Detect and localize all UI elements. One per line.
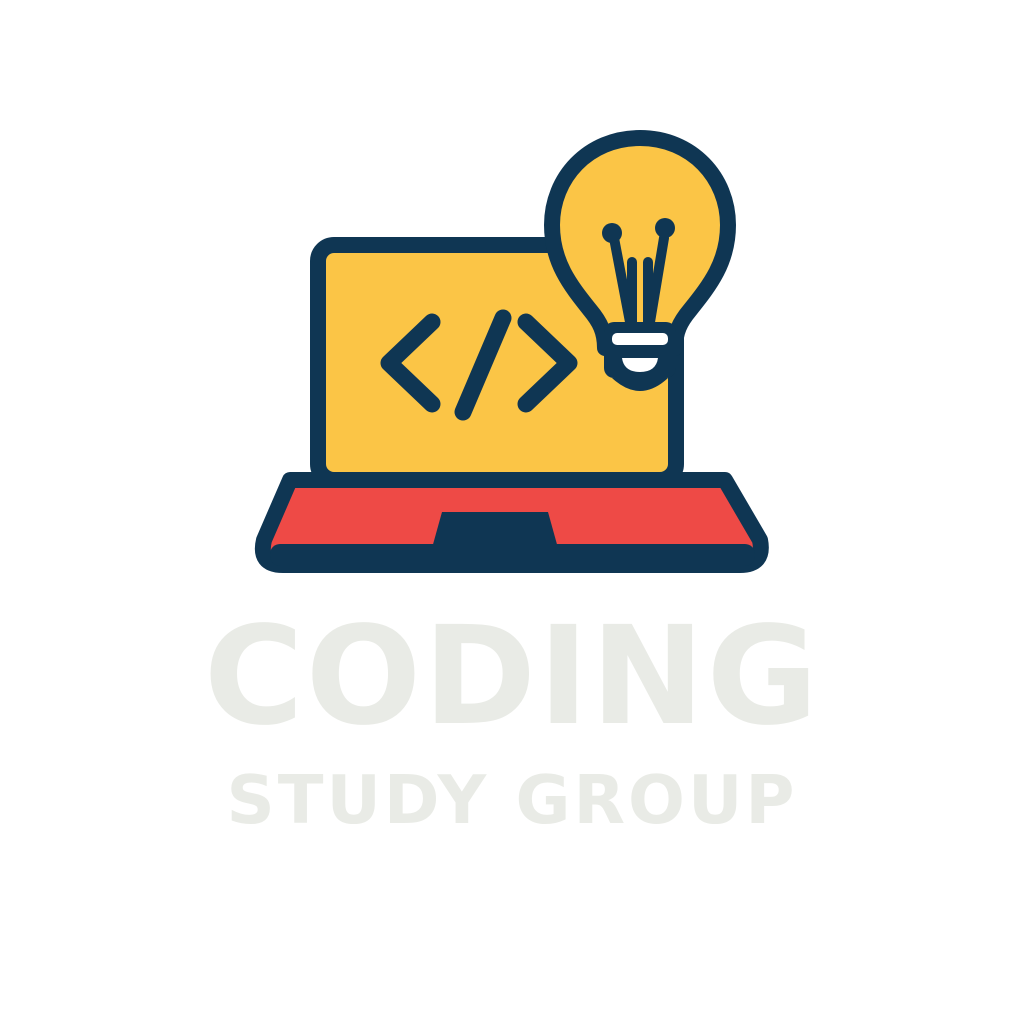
logo-page: CODING STUDY GROUP [0, 0, 1024, 1024]
page-title: CODING [203, 598, 821, 756]
laptop-base-edge [270, 544, 755, 566]
laptop-code-lightbulb-icon [254, 130, 769, 573]
page-subtitle: STUDY GROUP [226, 761, 798, 839]
laptop-trackpad [432, 512, 558, 548]
